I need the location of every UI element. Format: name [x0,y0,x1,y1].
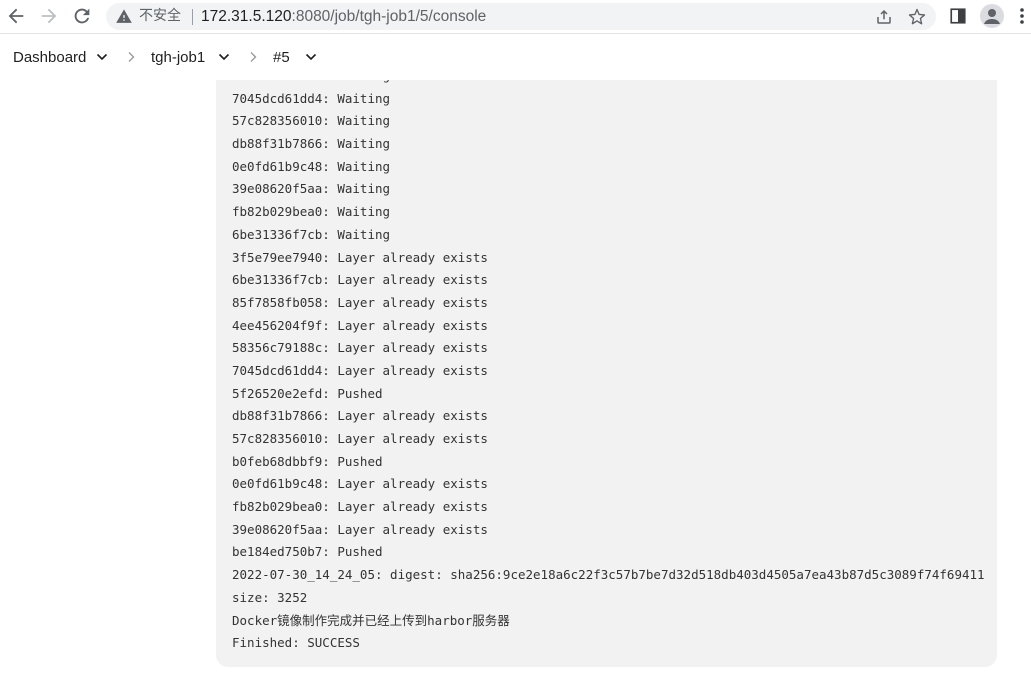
forward-arrow-icon[interactable] [38,5,60,27]
console-line: db88f31b7866: Waiting [232,136,391,152]
console-line: Docker镜像制作完成并已经上传到harbor服务器 [232,612,510,628]
star-icon[interactable] [908,8,926,26]
console-line: 6be31336f7cb: Layer already exists [232,272,488,288]
console-line: 4ee456204f9f: Layer already exists [232,317,488,333]
console-line: 5f26520e2efd: Pushed [232,385,383,401]
breadcrumb-job[interactable]: tgh-job1 [151,49,205,67]
console-lines: 0e0fd61b9c48: Waiting 7045dcd61dd4: Waiti… [232,72,985,655]
console-line: 7045dcd61dd4: Layer already exists [232,362,488,378]
breadcrumb-dashboard[interactable]: Dashboard [13,49,86,67]
address-bar[interactable]: 不安全 172.31.5.120:8080/job/tgh-job1/5/con… [106,3,936,30]
console-line: b0feb68dbbf9: Pushed [232,453,383,469]
reload-icon[interactable] [71,5,93,27]
share-icon[interactable] [875,8,893,26]
console-line: 6be31336f7cb: Waiting [232,226,391,242]
chevron-down-icon[interactable] [304,50,318,64]
breadcrumb-build[interactable]: #5 [273,49,290,67]
chevron-right-icon [124,50,138,64]
chevron-down-icon[interactable] [95,50,109,64]
console-line: size: 3252 [232,589,308,605]
console-line: fb82b029bea0: Waiting [232,204,391,220]
console-line: be184ed750b7: Pushed [232,544,383,560]
console-line: 7045dcd61dd4: Waiting [232,90,391,106]
console-line: 0e0fd61b9c48: Waiting [232,158,391,174]
console-line: Finished: SUCCESS [232,635,360,651]
divider [192,9,193,25]
console-line: 57c828356010: Layer already exists [232,431,488,446]
console-line: 39e08620f5aa: Layer already exists [232,521,488,537]
chevron-down-icon[interactable] [217,50,231,64]
url-text[interactable]: 172.31.5.120:8080/job/tgh-job1/5/console [201,8,486,25]
console-line: fb82b029bea0: Layer already exists [232,499,488,515]
console-line: 0e0fd61b9c48: Layer already exists [232,476,488,492]
console-output: 0e0fd61b9c48: Waiting 7045dcd61dd4: Waiti… [216,72,997,667]
back-arrow-icon[interactable] [5,5,27,27]
console-line: 2022-07-30_14_24_05: digest: sha256:9ce2… [232,567,985,583]
console-line: 57c828356010: Waiting [232,113,391,129]
console-line: 3f5e79ee7940: Layer already exists [232,249,488,265]
console-line: 58356c79188c: Layer already exists [232,340,488,356]
console-line: 39e08620f5aa: Waiting [232,181,391,197]
console-line: db88f31b7866: Layer already exists [232,408,488,424]
security-label[interactable]: 不安全 [139,8,181,25]
side-panel-icon[interactable] [949,7,967,25]
warning-icon[interactable] [115,8,133,25]
profile-icon[interactable] [980,4,1004,28]
browser-toolbar: 不安全 172.31.5.120:8080/job/tgh-job1/5/con… [0,0,1031,34]
breadcrumb: Dashboard tgh-job1 #5 [0,34,1031,80]
console-line: 85f7858fb058: Layer already exists [232,294,488,310]
more-vert-icon[interactable] [1018,7,1026,25]
chevron-right-icon [246,50,260,64]
